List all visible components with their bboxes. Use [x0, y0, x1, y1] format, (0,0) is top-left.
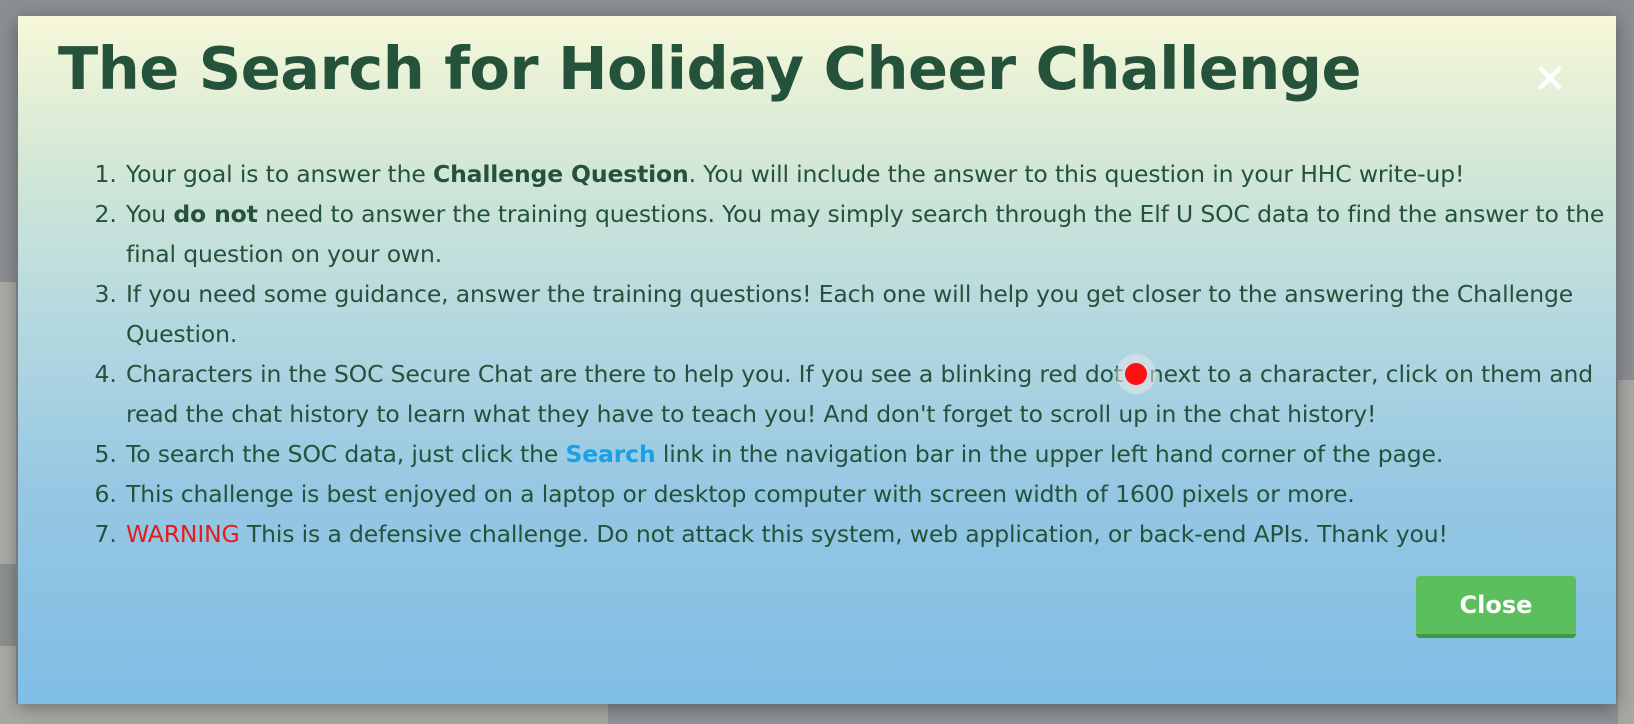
instruction-text: You — [126, 200, 174, 228]
instruction-text: This is a defensive challenge. Do not at… — [239, 520, 1448, 548]
instruction-text: Characters in the SOC Secure Chat are th… — [126, 360, 1123, 388]
instruction-item: This challenge is best enjoyed on a lapt… — [124, 474, 1614, 514]
background-right-lower-panel — [1618, 380, 1634, 724]
instruction-text: If you need some guidance, answer the tr… — [126, 280, 1574, 348]
background-left-block — [0, 564, 16, 646]
instruction-item: If you need some guidance, answer the tr… — [124, 274, 1614, 354]
background-left-panel — [0, 282, 16, 724]
close-icon[interactable] — [1532, 60, 1568, 96]
search-link[interactable]: Search — [565, 440, 655, 468]
challenge-question-emphasis: Challenge Question — [432, 160, 689, 188]
instruction-item: You do not need to answer the training q… — [124, 194, 1614, 274]
instruction-item: To search the SOC data, just click the S… — [124, 434, 1614, 474]
instruction-text: . You will include the answer to this qu… — [688, 160, 1465, 188]
modal-title: The Search for Holiday Cheer Challenge — [58, 34, 1361, 103]
red-dot-icon — [1124, 363, 1147, 385]
challenge-modal: The Search for Holiday Cheer Challenge Y… — [18, 16, 1616, 704]
warning-label: WARNING — [126, 520, 240, 548]
instruction-text: This challenge is best enjoyed on a lapt… — [126, 480, 1355, 508]
instruction-text: To search the SOC data, just click the — [126, 440, 566, 468]
background-bottom-dark-panel — [608, 704, 1634, 724]
instructions-list: Your goal is to answer the Challenge Que… — [86, 154, 1614, 554]
instruction-item: WARNING This is a defensive challenge. D… — [124, 514, 1614, 554]
instruction-item: Characters in the SOC Secure Chat are th… — [124, 354, 1614, 434]
instruction-item: Your goal is to answer the Challenge Que… — [124, 154, 1614, 194]
close-button[interactable]: Close — [1416, 576, 1576, 638]
instruction-text: Your goal is to answer the — [126, 160, 433, 188]
do-not-emphasis: do not — [173, 200, 258, 228]
instruction-text: need to answer the training questions. Y… — [126, 200, 1605, 268]
instruction-text: link in the navigation bar in the upper … — [655, 440, 1444, 468]
